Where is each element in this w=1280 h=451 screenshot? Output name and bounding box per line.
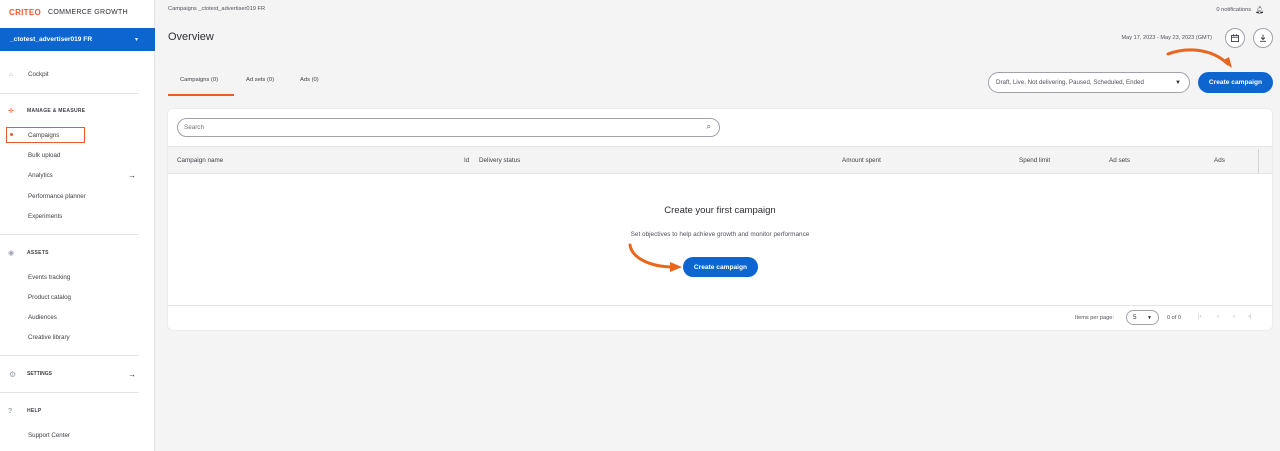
empty-state-title: Create your first campaign (664, 205, 776, 216)
account-selector[interactable]: _ctotest_advertiser019 FR ▾ (0, 28, 155, 51)
sidebar-item-label: Experiments (28, 212, 63, 220)
page-title: Overview (168, 31, 214, 43)
empty-state-create-campaign-button[interactable]: Create campaign (683, 257, 758, 277)
sidebar-item-label: Bulk upload (28, 151, 61, 159)
sidebar: CRITEO COMMERCE GROWTH _ctotest_advertis… (0, 0, 155, 451)
notifications[interactable]: 0 notifications 🔔︎ (1216, 6, 1264, 14)
divider (0, 392, 139, 393)
download-button[interactable] (1253, 28, 1273, 48)
items-per-page-value: 5 (1133, 314, 1137, 321)
home-icon: ⌂ (9, 70, 13, 78)
section-help: ? HELP (0, 405, 155, 417)
items-per-page-label: Items per page: (1075, 315, 1114, 321)
status-filter-value: Draft, Live, Not delivering, Paused, Sch… (996, 79, 1144, 86)
prev-page-icon[interactable]: ‹ (1217, 314, 1219, 320)
campaigns-table-card: Search ⌕ Campaign name Id Delivery statu… (168, 109, 1272, 330)
column-ads[interactable]: Ads (1214, 157, 1225, 164)
gear-icon: ⚙ (9, 369, 17, 379)
column-amount-spent[interactable]: Amount spent (842, 157, 881, 164)
sidebar-item-events-tracking[interactable]: Events tracking (0, 270, 155, 284)
tab-campaigns[interactable]: Campaigns (0) (180, 77, 218, 83)
last-page-icon[interactable]: ›| (1248, 314, 1252, 320)
account-name: _ctotest_advertiser019 FR (10, 36, 93, 43)
pagination-bar: Items per page: 5 ▼ 0 of 0 |‹ ‹ › ›| (168, 305, 1272, 330)
sidebar-item-support-center[interactable]: Support Center (0, 428, 155, 442)
sidebar-item-settings[interactable]: ⚙ SETTINGS → (0, 367, 155, 381)
section-assets: ◉ ASSETS (0, 247, 155, 259)
items-per-page-select[interactable]: 5 ▼ (1126, 310, 1159, 325)
first-page-icon[interactable]: |‹ (1198, 314, 1202, 320)
arrow-right-icon: → (128, 369, 136, 379)
arrow-right-icon: → (128, 170, 136, 180)
sidebar-item-performance-planner[interactable]: Performance planner (0, 189, 155, 203)
next-page-icon[interactable]: › (1233, 314, 1235, 320)
brand: CRITEO COMMERCE GROWTH (0, 0, 154, 24)
column-ad-sets[interactable]: Ad sets (1109, 157, 1130, 164)
sidebar-item-label: Cockpit (28, 70, 49, 78)
breadcrumb[interactable]: Campaigns _ctotest_advertiser019 FR (168, 6, 265, 12)
annotation-arrow (1166, 48, 1232, 68)
product-name: COMMERCE GROWTH (48, 8, 128, 16)
section-label: MANAGE & MEASURE (27, 108, 86, 114)
sidebar-item-label: Analytics (28, 171, 53, 179)
crosshair-icon: ✛ (8, 108, 15, 115)
divider (0, 234, 139, 235)
sidebar-item-label: Performance planner (28, 192, 86, 200)
sidebar-item-creative-library[interactable]: Creative library (0, 330, 155, 344)
sidebar-item-analytics[interactable]: Analytics → (0, 168, 155, 182)
section-manage-measure: ✛ MANAGE & MEASURE (0, 105, 155, 117)
section-label: SETTINGS (27, 371, 53, 377)
sidebar-item-label: Events tracking (28, 273, 71, 281)
date-range: May 17, 2023 - May 23, 2023 (GMT) (1121, 35, 1212, 41)
calendar-button[interactable] (1225, 28, 1245, 48)
tab-ad-sets[interactable]: Ad sets (0) (246, 77, 274, 83)
search-icon: ⌕ (706, 122, 711, 131)
active-tab-indicator (168, 94, 234, 96)
sidebar-item-audiences[interactable]: Audiences (0, 310, 155, 324)
create-campaign-button[interactable]: Create campaign (1198, 72, 1273, 93)
sidebar-item-label: Campaigns (28, 131, 60, 139)
sidebar-item-campaigns[interactable]: Campaigns (0, 128, 155, 142)
column-campaign-name[interactable]: Campaign name (177, 157, 223, 164)
sidebar-item-experiments[interactable]: Experiments (0, 209, 155, 223)
section-label: HELP (27, 408, 42, 414)
search-input[interactable]: Search ⌕ (177, 118, 720, 137)
column-id[interactable]: Id (464, 157, 469, 164)
column-resize-handle[interactable] (1258, 149, 1259, 173)
column-spend-limit[interactable]: Spend limit (1019, 157, 1050, 164)
sidebar-item-cockpit[interactable]: ⌂ Cockpit (0, 67, 155, 81)
annotation-arrow (628, 243, 682, 272)
notifications-label: 0 notifications (1216, 7, 1252, 13)
chevron-down-icon: ▼ (1147, 314, 1152, 321)
sidebar-item-label: Product catalog (28, 293, 71, 301)
tab-ads[interactable]: Ads (0) (300, 77, 319, 83)
assets-icon: ◉ (8, 250, 15, 257)
calendar-icon (1231, 34, 1239, 42)
sidebar-item-label: Creative library (28, 333, 70, 341)
section-label: ASSETS (27, 250, 49, 256)
criteo-logo: CRITEO (9, 7, 42, 17)
empty-state-subtitle: Set objectives to help achieve growth an… (630, 231, 810, 238)
sidebar-item-product-catalog[interactable]: Product catalog (0, 290, 155, 304)
sidebar-item-label: Support Center (28, 431, 70, 439)
divider (0, 93, 139, 94)
download-icon (1260, 34, 1266, 42)
chevron-down-icon: ▼ (1175, 79, 1181, 86)
bell-icon: 🔔︎ (1255, 7, 1264, 14)
sidebar-item-bulk-upload[interactable]: Bulk upload (0, 148, 155, 162)
search-placeholder: Search (184, 124, 204, 131)
table-header: Campaign name Id Delivery status Amount … (168, 146, 1272, 174)
help-icon: ? (8, 407, 13, 415)
chevron-down-icon: ▾ (134, 37, 138, 43)
status-filter-select[interactable]: Draft, Live, Not delivering, Paused, Sch… (988, 72, 1190, 93)
sidebar-item-label: Audiences (28, 313, 57, 321)
pagination-range: 0 of 0 (1167, 315, 1181, 321)
column-delivery-status[interactable]: Delivery status (479, 157, 520, 164)
divider (0, 355, 139, 356)
